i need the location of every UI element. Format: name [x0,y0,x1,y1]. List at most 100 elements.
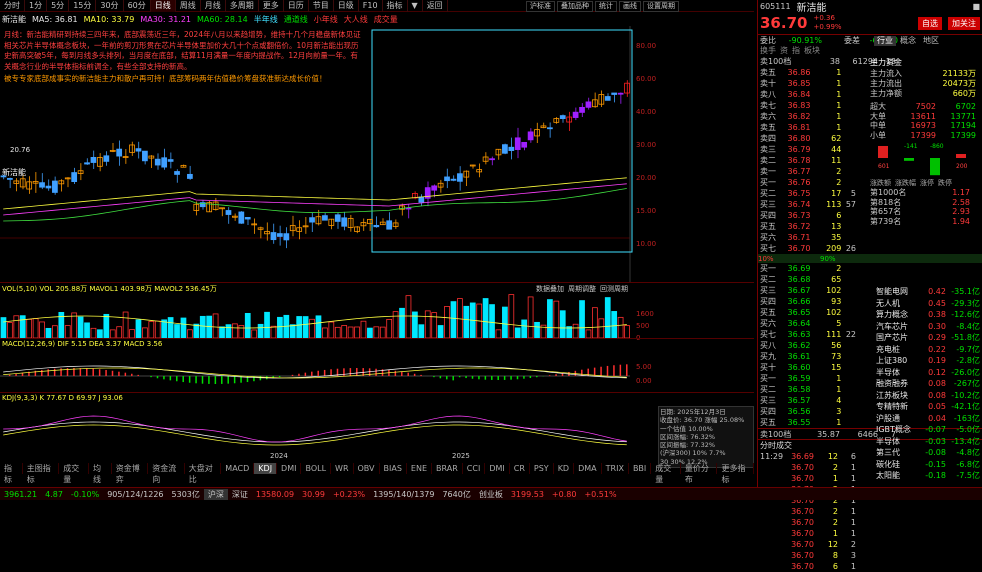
volume-bar [418,324,425,338]
watchlist-button[interactable]: 自选 [918,16,942,30]
indicator-tab[interactable]: ENE [407,463,433,474]
sector-row[interactable]: 国产芯片 0.29 -51.8亿 [874,332,982,344]
sector-row[interactable]: 沪股通 0.04 -163亿 [874,413,982,425]
indicator-tab[interactable]: TRIX [602,463,629,474]
indicator-tab[interactable]: MACD [221,463,255,474]
period-tab[interactable]: 日历 [284,0,309,12]
period-tab[interactable]: 30分 [96,0,124,12]
period-tab[interactable]: 日线 [150,0,176,12]
candle-body [225,210,232,215]
candlestick-chart[interactable] [0,26,660,282]
indicator-tab[interactable]: 更多指标 [717,463,754,484]
sector-row[interactable]: 汽车芯片 0.30 -8.4亿 [874,321,982,333]
sector-row[interactable]: 太阳能 -0.18 -7.5亿 [874,470,982,482]
indicator-tab[interactable]: CR [510,463,530,474]
volume-bar [322,327,328,338]
indicator-tab[interactable]: 指标 [0,463,23,484]
trade-row: 36.7021 [791,507,856,516]
sector-row[interactable]: 半导体 0.12 -26.0亿 [874,367,982,379]
ma-item: 小年线 [313,15,338,24]
candle-body [309,217,315,223]
indicator-tab[interactable]: 资金博弈 [112,463,149,484]
volume-bar [244,312,251,338]
follow-button[interactable]: 加关注 [948,16,980,30]
fund-tab[interactable]: 跌停 [938,178,952,188]
hdr-btn[interactable]: ■ [972,2,980,11]
indicator-tab[interactable]: DMA [574,463,602,474]
period-tab[interactable]: 节目 [309,0,334,12]
indicator-tab[interactable]: PSY [530,463,554,474]
period-tab[interactable]: 指标 [383,0,408,12]
indicator-tab[interactable]: WR [331,463,354,474]
cy-index[interactable]: 3199.53 [507,490,548,499]
toolbar-btn-period[interactable]: 设置周期 [643,0,679,12]
toolbar-btn-draw[interactable]: 画线 [619,0,641,12]
market-tab[interactable]: 沪深 [203,488,228,500]
indicator-tab[interactable]: 成交量 [651,463,681,484]
indicator-tab[interactable]: 主图指标 [23,463,60,484]
period-tab[interactable]: 周线 [176,0,201,12]
indicator-tab[interactable]: DMI [277,463,302,474]
period-tab[interactable]: 月线 [201,0,226,12]
toolbar-btn-standard[interactable]: 沪标准 [526,0,555,12]
buy-book: 买一 36.69 2 买二 36.68 65 买三 36.67 102 买四 36.66 93 买五 36… [758,263,858,428]
indicator-tab[interactable]: BOLL [301,463,332,474]
sector-row[interactable]: 无人机 0.45 -29.3亿 [874,298,982,310]
sub-tab[interactable]: 指 [792,45,800,56]
toolbar-btn-overlay[interactable]: 叠加品种 [557,0,593,12]
sector-row[interactable]: 算力概念 0.38 -12.6亿 [874,309,982,321]
period-tab[interactable]: ▼ [408,0,423,12]
period-tab[interactable]: 分时 [0,0,25,12]
indicator-tab[interactable]: 量价分布 [681,463,718,484]
period-tab[interactable]: 日级 [334,0,359,12]
sector-row[interactable]: 智能电网 0.42 -35.1亿 [874,286,982,298]
sector-row[interactable]: IGBT概念 -0.07 -5.0亿 [874,424,982,436]
period-tab[interactable]: 多周期 [226,0,259,12]
sector-row[interactable]: 碳化硅 -0.15 -6.8亿 [874,459,982,471]
indicator-tab[interactable]: 成交量 [59,463,89,484]
sz-index[interactable]: 13580.09 [252,490,298,499]
period-tab[interactable]: 返回 [423,0,448,12]
sector-row[interactable]: 半导体 -0.03 -13.4亿 [874,436,982,448]
sub-tab[interactable]: 换手 [760,45,776,56]
period-tab[interactable]: F10 [359,0,383,12]
macd-tick: 5.00 [636,363,652,371]
sub-tab[interactable]: 资 [780,45,788,56]
sector-row[interactable]: 充电桩 0.22 -9.7亿 [874,344,982,356]
x-date: 2024 [270,452,288,460]
sector-tab[interactable]: 概念 [897,36,919,46]
book-row: 买六 36.64 5 [760,319,842,328]
sector-row[interactable]: 融资融券 0.08 -267亿 [874,378,982,390]
sector-row[interactable]: 上证380 0.19 -2.8亿 [874,355,982,367]
period-tab[interactable]: 60分 [124,0,151,12]
period-tab[interactable]: 1分 [25,0,48,12]
sector-row[interactable]: 江苏板块 0.08 -10.2亿 [874,390,982,402]
indicator-tab[interactable]: BIAS [380,463,407,474]
sector-tab[interactable]: 行业 [874,36,896,46]
indicator-tab[interactable]: KDJ [254,463,278,474]
indicator-tab[interactable]: OBV [354,463,380,474]
period-tab[interactable]: 15分 [69,0,97,12]
sh-index[interactable]: 3961.21 [0,490,41,499]
sector-row[interactable]: 第三代 -0.08 -4.8亿 [874,447,982,459]
indicator-tab[interactable]: BBI [629,463,652,474]
volume-bar [444,306,450,338]
book-row: 买五 36.55 1 [760,418,842,427]
sector-row[interactable]: 专精特新 0.05 -42.1亿 [874,401,982,413]
period-tab[interactable]: 5分 [47,0,70,12]
ma-item: MA10: 33.79 [83,15,135,24]
indicator-tab[interactable]: DMI [485,463,510,474]
indicator-tab[interactable]: 资金流向 [148,463,185,484]
fund-bar-value: -860 [930,143,944,150]
sub-tab[interactable]: 板块 [804,45,820,56]
indicator-tab[interactable]: CCI [463,463,486,474]
ma-line [3,183,627,216]
indicator-tab[interactable]: 大盘对比 [185,463,222,484]
sector-tab[interactable]: 地区 [920,36,942,46]
indicator-tab[interactable]: 均线 [89,463,112,484]
period-tab[interactable]: 更多 [259,0,284,12]
indicator-tab[interactable]: KD [554,463,575,474]
toolbar-btn-stats[interactable]: 统计 [595,0,617,12]
volume-bar [187,329,193,338]
indicator-tab[interactable]: BRAR [432,463,463,474]
